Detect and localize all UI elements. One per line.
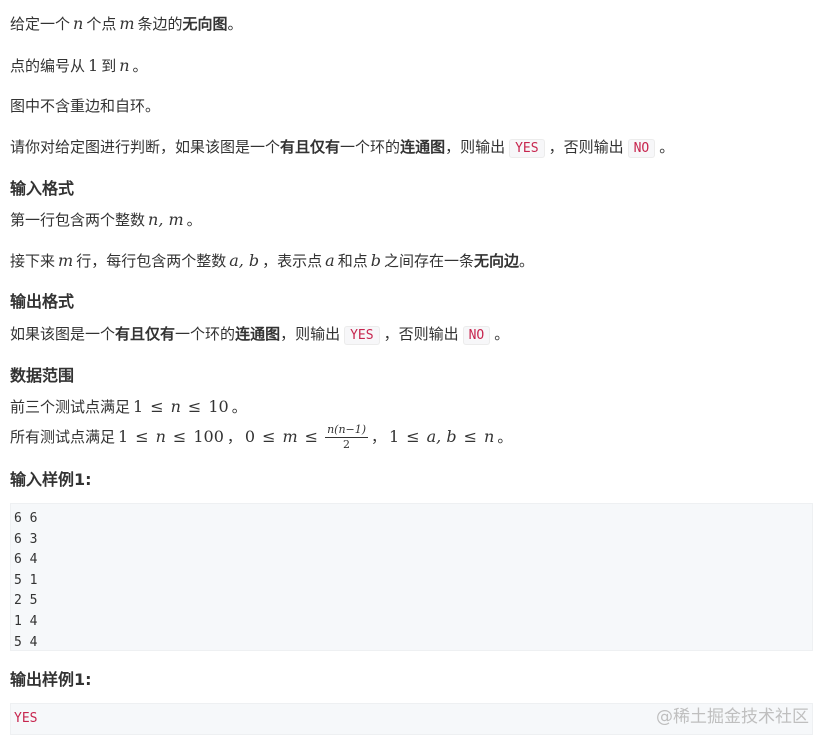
statement-line-1: 给定一个 n 个点 m 条边的无向图。 — [10, 14, 243, 33]
output-format-line: 如果该图是一个有且仅有一个环的连通图，则输出 YES ，否则输出 NO。 — [10, 325, 510, 345]
no-code: NO — [462, 326, 491, 345]
input-format-line-1: 第一行包含两个整数 n, m。 — [10, 210, 202, 229]
statement-line-4: 请你对给定图进行判断，如果该图是一个有且仅有一个环的连通图，则输出 YES ，否则输… — [10, 138, 675, 158]
no-code: NO — [627, 139, 656, 158]
input-format-heading: 输入格式 — [10, 179, 75, 198]
sample-input-heading: 输入样例1: — [10, 470, 92, 489]
yes-code: YES — [509, 139, 545, 158]
data-range-line-1: 前三个测试点满足 1 ≤ n ≤10。 — [10, 397, 247, 416]
sample-output-heading: 输出样例1: — [10, 670, 92, 689]
data-range-line-2: 所有测试点满足 1 ≤ n ≤100， 0 ≤ m ≤ n(n−1) 2， 1 ≤ a, b ≤ n。 — [10, 423, 513, 451]
fraction: n(n−1) 2 — [325, 423, 369, 451]
yes-code: YES — [344, 326, 380, 345]
statement-line-3: 图中不含重边和自环。 — [10, 97, 161, 115]
output-format-heading: 输出格式 — [10, 292, 75, 311]
watermark: @稀土掘金技术社区 — [656, 707, 809, 727]
statement-line-2: 点的编号从 1 到 n。 — [10, 56, 148, 75]
sample-input-block[interactable]: 6 6 6 3 6 4 5 1 2 5 1 4 5 4 — [10, 503, 813, 651]
data-range-heading: 数据范围 — [10, 366, 75, 385]
input-format-line-2: 接下来 m 行，每行包含两个整数 a, b ，表示点 a 和点 b 之间存在一条无向边。 — [10, 251, 535, 270]
